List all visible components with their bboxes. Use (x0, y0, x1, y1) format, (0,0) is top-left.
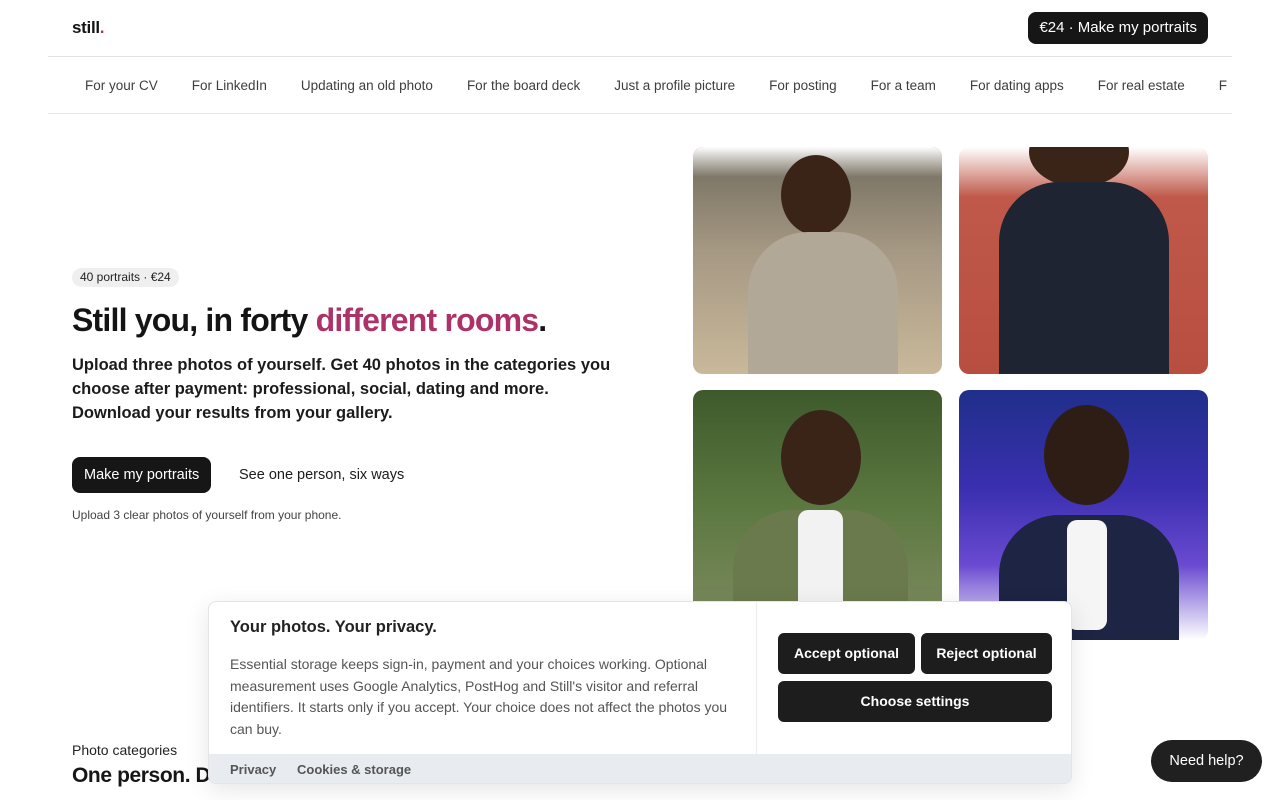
privacy-link[interactable]: Privacy (230, 762, 276, 777)
hero-subtitle: Upload three photos of yourself. Get 40 … (72, 356, 611, 422)
make-portraits-button[interactable]: Make my portraits (72, 457, 212, 493)
price-badge: 40 portraits · €24 (72, 268, 179, 287)
cookies-storage-link[interactable]: Cookies & storage (297, 762, 411, 777)
cookie-description: Essential storage keeps sign-in, payment… (230, 656, 728, 737)
section-title: One person. Di (72, 764, 216, 787)
upload-note: Upload 3 clear photos of yourself from y… (72, 508, 342, 522)
accept-optional-button[interactable]: Accept optional (778, 633, 915, 674)
portrait-studio-image (959, 147, 1208, 374)
site-header: still. €24 · Make my portraits (0, 0, 1280, 57)
category-link-cutoff[interactable]: F (1219, 78, 1227, 93)
category-link-team[interactable]: For a team (871, 78, 936, 93)
logo[interactable]: still. (72, 18, 105, 38)
reject-optional-button[interactable]: Reject optional (921, 633, 1052, 674)
portrait-cafe-image (693, 147, 942, 374)
category-link-cv[interactable]: For your CV (85, 78, 158, 93)
category-link-dating-apps[interactable]: For dating apps (970, 78, 1064, 93)
category-link-posting[interactable]: For posting (769, 78, 837, 93)
choose-settings-button[interactable]: Choose settings (778, 681, 1052, 722)
cookie-divider (756, 602, 757, 754)
category-link-board-deck[interactable]: For the board deck (467, 78, 580, 93)
category-link-linkedin[interactable]: For LinkedIn (192, 78, 267, 93)
cookie-consent-dialog: Your photos. Your privacy. Essential sto… (208, 601, 1072, 784)
header-make-portraits-button[interactable]: €24 · Make my portraits (1028, 12, 1208, 44)
portrait-outdoor-image (693, 390, 942, 620)
see-examples-link[interactable]: See one person, six ways (239, 457, 404, 493)
hero-title: Still you, in forty different rooms. (72, 302, 547, 338)
category-link-old-photo[interactable]: Updating an old photo (301, 78, 433, 93)
cookie-footer: Privacy Cookies & storage (209, 754, 1071, 783)
category-link-real-estate[interactable]: For real estate (1098, 78, 1185, 93)
nav-divider (48, 113, 1232, 114)
category-nav: For your CV For LinkedIn Updating an old… (48, 57, 1232, 114)
category-link-profile-picture[interactable]: Just a profile picture (614, 78, 735, 93)
need-help-button[interactable]: Need help? (1151, 740, 1262, 782)
section-label: Photo categories (72, 742, 178, 758)
cookie-title: Your photos. Your privacy. (230, 618, 437, 636)
